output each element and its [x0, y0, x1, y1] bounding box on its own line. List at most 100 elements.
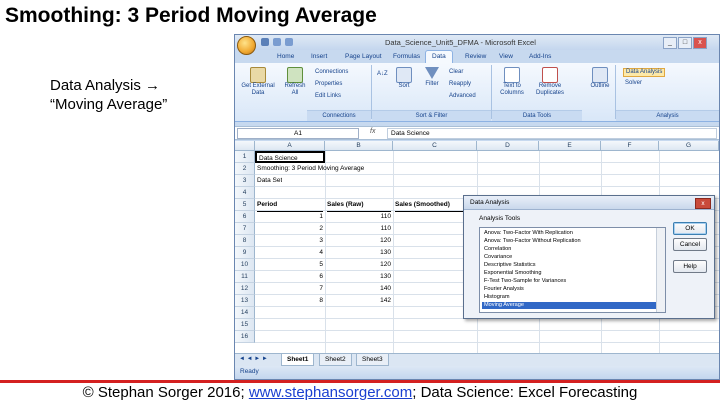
row-header[interactable]: 4: [235, 187, 255, 199]
row-header[interactable]: 16: [235, 331, 255, 343]
clear-button[interactable]: Clear: [449, 69, 463, 76]
help-button[interactable]: Help: [673, 260, 707, 273]
cell-period[interactable]: 8: [255, 295, 323, 307]
grid-line: [255, 186, 719, 187]
cell-sales[interactable]: 140: [325, 283, 391, 295]
solver-button[interactable]: Solver: [625, 80, 642, 87]
list-item[interactable]: Fourier Analysis: [482, 286, 657, 293]
close-window-icon[interactable]: x: [693, 37, 707, 49]
list-item[interactable]: Exponential Smoothing: [482, 270, 657, 277]
column-header[interactable]: A: [255, 141, 325, 151]
list-item[interactable]: F-Test Two-Sample for Variances: [482, 278, 657, 285]
maximize-icon[interactable]: □: [678, 37, 692, 49]
cell-sales[interactable]: 110: [325, 211, 391, 223]
row-header[interactable]: 7: [235, 223, 255, 235]
list-item-selected[interactable]: Moving Average: [482, 302, 657, 309]
cell-sales[interactable]: 110: [325, 223, 391, 235]
tab-data[interactable]: Data: [425, 50, 453, 63]
minimize-icon[interactable]: _: [663, 37, 677, 49]
row-header[interactable]: 11: [235, 271, 255, 283]
tab-view[interactable]: View: [493, 51, 519, 63]
text-to-columns-button[interactable]: Text to Columns: [497, 67, 527, 97]
row-header[interactable]: 14: [235, 307, 255, 319]
row-header[interactable]: 10: [235, 259, 255, 271]
filter-button[interactable]: Filter: [421, 67, 443, 88]
cell-period[interactable]: 4: [255, 247, 323, 259]
sheet-nav-arrows-icon[interactable]: ◄ ◄ ► ►: [239, 356, 268, 362]
get-external-data-button[interactable]: Get External Data: [239, 67, 277, 97]
row-header[interactable]: 9: [235, 247, 255, 259]
ok-button[interactable]: OK: [673, 222, 707, 235]
cell-period[interactable]: 3: [255, 235, 323, 247]
cell-period[interactable]: 5: [255, 259, 323, 271]
edit-links-button[interactable]: Edit Links: [315, 93, 341, 100]
sheet-tab-2[interactable]: Sheet2: [319, 354, 352, 366]
tab-add-ins[interactable]: Add-Ins: [523, 51, 557, 63]
cell-sales[interactable]: 120: [325, 259, 391, 271]
cancel-button[interactable]: Cancel: [673, 238, 707, 251]
cell-sales[interactable]: 142: [325, 295, 391, 307]
row-header[interactable]: 5: [235, 199, 255, 211]
list-scrollbar[interactable]: [656, 228, 665, 312]
sheet-tab-1[interactable]: Sheet1: [281, 354, 315, 366]
column-header[interactable]: E: [539, 141, 601, 151]
sheet-tab-3[interactable]: Sheet3: [356, 354, 389, 366]
cell-sales[interactable]: 120: [325, 235, 391, 247]
reapply-button[interactable]: Reapply: [449, 81, 471, 88]
cell-period[interactable]: 2: [255, 223, 323, 235]
status-bar: Ready: [235, 366, 719, 379]
row-header[interactable]: 6: [235, 211, 255, 223]
column-header[interactable]: C: [393, 141, 477, 151]
analysis-tools-list[interactable]: Anova: Two-Factor With Replication Anova…: [479, 227, 666, 313]
list-item[interactable]: Covariance: [482, 254, 657, 261]
column-header[interactable]: F: [601, 141, 659, 151]
tab-review[interactable]: Review: [459, 51, 492, 63]
row-header[interactable]: 12: [235, 283, 255, 295]
undo-icon[interactable]: [273, 38, 281, 46]
list-item[interactable]: Descriptive Statistics: [482, 262, 657, 269]
row-header[interactable]: 2: [235, 163, 255, 175]
close-icon[interactable]: x: [695, 198, 711, 209]
column-header[interactable]: B: [325, 141, 393, 151]
redo-icon[interactable]: [285, 38, 293, 46]
row-header[interactable]: 13: [235, 295, 255, 307]
advanced-button[interactable]: Advanced: [449, 93, 476, 100]
list-item[interactable]: Anova: Two-Factor With Replication: [482, 230, 657, 237]
cell-period[interactable]: 1: [255, 211, 323, 223]
data-analysis-button[interactable]: Data Analysis: [623, 68, 666, 77]
cell-period[interactable]: 6: [255, 271, 323, 283]
formula-bar[interactable]: Data Science: [387, 128, 717, 139]
properties-button[interactable]: Properties: [315, 81, 342, 88]
tab-insert[interactable]: Insert: [305, 51, 333, 63]
list-item[interactable]: Anova: Two-Factor Without Replication: [482, 238, 657, 245]
row-header[interactable]: 8: [235, 235, 255, 247]
select-all-corner[interactable]: [235, 141, 255, 151]
cell-a3[interactable]: Data Set: [257, 175, 282, 187]
cell-period[interactable]: 7: [255, 283, 323, 295]
list-item[interactable]: Histogram: [482, 294, 657, 301]
sort-az-button[interactable]: A↓Z: [377, 71, 388, 78]
tab-home[interactable]: Home: [271, 51, 300, 63]
connections-button[interactable]: Connections: [315, 69, 348, 76]
footer-suffix: ; Data Science: Excel Forecasting: [412, 384, 638, 401]
row-header[interactable]: 15: [235, 319, 255, 331]
column-header[interactable]: D: [477, 141, 539, 151]
cell-a2[interactable]: Smoothing: 3 Period Moving Average: [257, 163, 364, 175]
tab-page-layout[interactable]: Page Layout: [339, 51, 388, 63]
save-icon[interactable]: [261, 38, 269, 46]
remove-duplicates-button[interactable]: Remove Duplicates: [531, 67, 569, 97]
name-box[interactable]: A1: [237, 128, 359, 139]
outline-button[interactable]: Outline: [587, 67, 613, 90]
cell-sales[interactable]: 130: [325, 271, 391, 283]
row-header[interactable]: 1: [235, 151, 255, 163]
footer-link[interactable]: www.stephansorger.com: [249, 384, 412, 401]
row-header[interactable]: 3: [235, 175, 255, 187]
cell-sales[interactable]: 130: [325, 247, 391, 259]
refresh-all-button[interactable]: Refresh All: [281, 67, 309, 97]
fx-icon[interactable]: fx: [370, 128, 375, 135]
list-item[interactable]: Correlation: [482, 246, 657, 253]
cell-a1[interactable]: Data Science: [255, 151, 325, 163]
column-header[interactable]: G: [659, 141, 719, 151]
tab-formulas[interactable]: Formulas: [387, 51, 426, 63]
sort-button[interactable]: Sort: [393, 67, 415, 90]
